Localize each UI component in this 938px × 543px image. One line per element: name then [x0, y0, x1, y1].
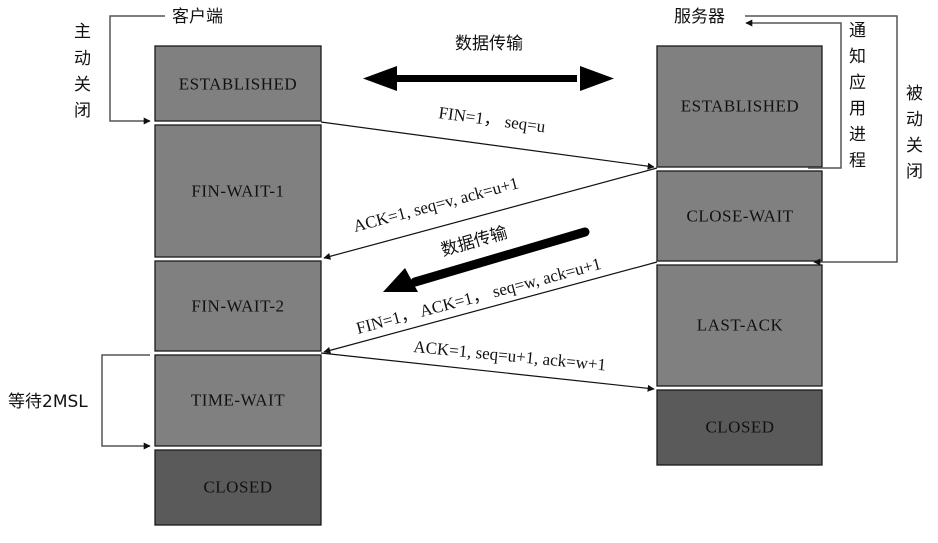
notify-char-6: 程: [849, 151, 866, 171]
server-state-last-ack-label: LAST-ACK: [697, 316, 784, 335]
bidirectional-arrow-shaft: [392, 75, 577, 82]
message-ack-2-label: ACK=1, seq=u+1, ack=w+1: [413, 337, 607, 374]
message-fin-ack-arrow: [323, 261, 658, 354]
client-column: ESTABLISHED FIN-WAIT-1 FIN-WAIT-2 TIME-W…: [154, 45, 322, 526]
client-state-fin-wait-1-label: FIN-WAIT-1: [191, 182, 284, 201]
notify-char-4: 用: [849, 99, 866, 119]
client-state-closed-label: CLOSED: [203, 478, 272, 497]
message-fin-label: FIN=1， seq=u: [437, 103, 547, 136]
active-close-char-2: 动: [74, 49, 91, 69]
notify-char-2: 知: [849, 47, 866, 67]
active-close-char-3: 关: [74, 75, 91, 95]
passive-close-char-2: 动: [906, 110, 923, 130]
client-label: 客户端: [172, 7, 223, 27]
active-close-label: 主 动 关 闭: [74, 22, 91, 121]
wait-2msl-bracket: [101, 354, 151, 450]
notify-char-5: 进: [849, 125, 866, 145]
passive-close-label: 被 动 关 闭: [906, 84, 923, 182]
client-state-fin-wait-2-label: FIN-WAIT-2: [191, 297, 284, 316]
bidirectional-data-arrow: [363, 66, 614, 91]
message-fin-arrow: [320, 121, 655, 170]
passive-close-char-4: 闭: [906, 162, 923, 182]
server-column: ESTABLISHED CLOSE-WAIT LAST-ACK CLOSED: [656, 45, 823, 466]
server-state-close-wait-label: CLOSE-WAIT: [687, 207, 794, 226]
notify-char-3: 应: [849, 73, 866, 93]
arrow-right-head: [580, 66, 614, 91]
data-transfer-top-label: 数据传输: [455, 34, 523, 54]
server-label: 服务器: [674, 7, 725, 27]
server-state-closed-label: CLOSED: [705, 418, 774, 437]
passive-close-char-1: 被: [906, 84, 923, 104]
notify-char-1: 通: [849, 21, 866, 41]
client-state-established-label: ESTABLISHED: [179, 75, 297, 94]
server-state-established-label: ESTABLISHED: [681, 97, 799, 116]
arrow-left-head: [363, 66, 397, 91]
wait-2msl-label: 等待2MSL: [8, 392, 88, 412]
client-state-time-wait-label: TIME-WAIT: [191, 391, 285, 410]
notify-app-label: 通 知 应 用 进 程: [849, 21, 866, 171]
active-close-char-1: 主: [74, 22, 91, 42]
active-close-char-4: 闭: [74, 101, 91, 121]
passive-close-char-3: 关: [906, 136, 923, 156]
tcp-four-way-handshake-diagram: ESTABLISHED FIN-WAIT-1 FIN-WAIT-2 TIME-W…: [8, 7, 923, 526]
